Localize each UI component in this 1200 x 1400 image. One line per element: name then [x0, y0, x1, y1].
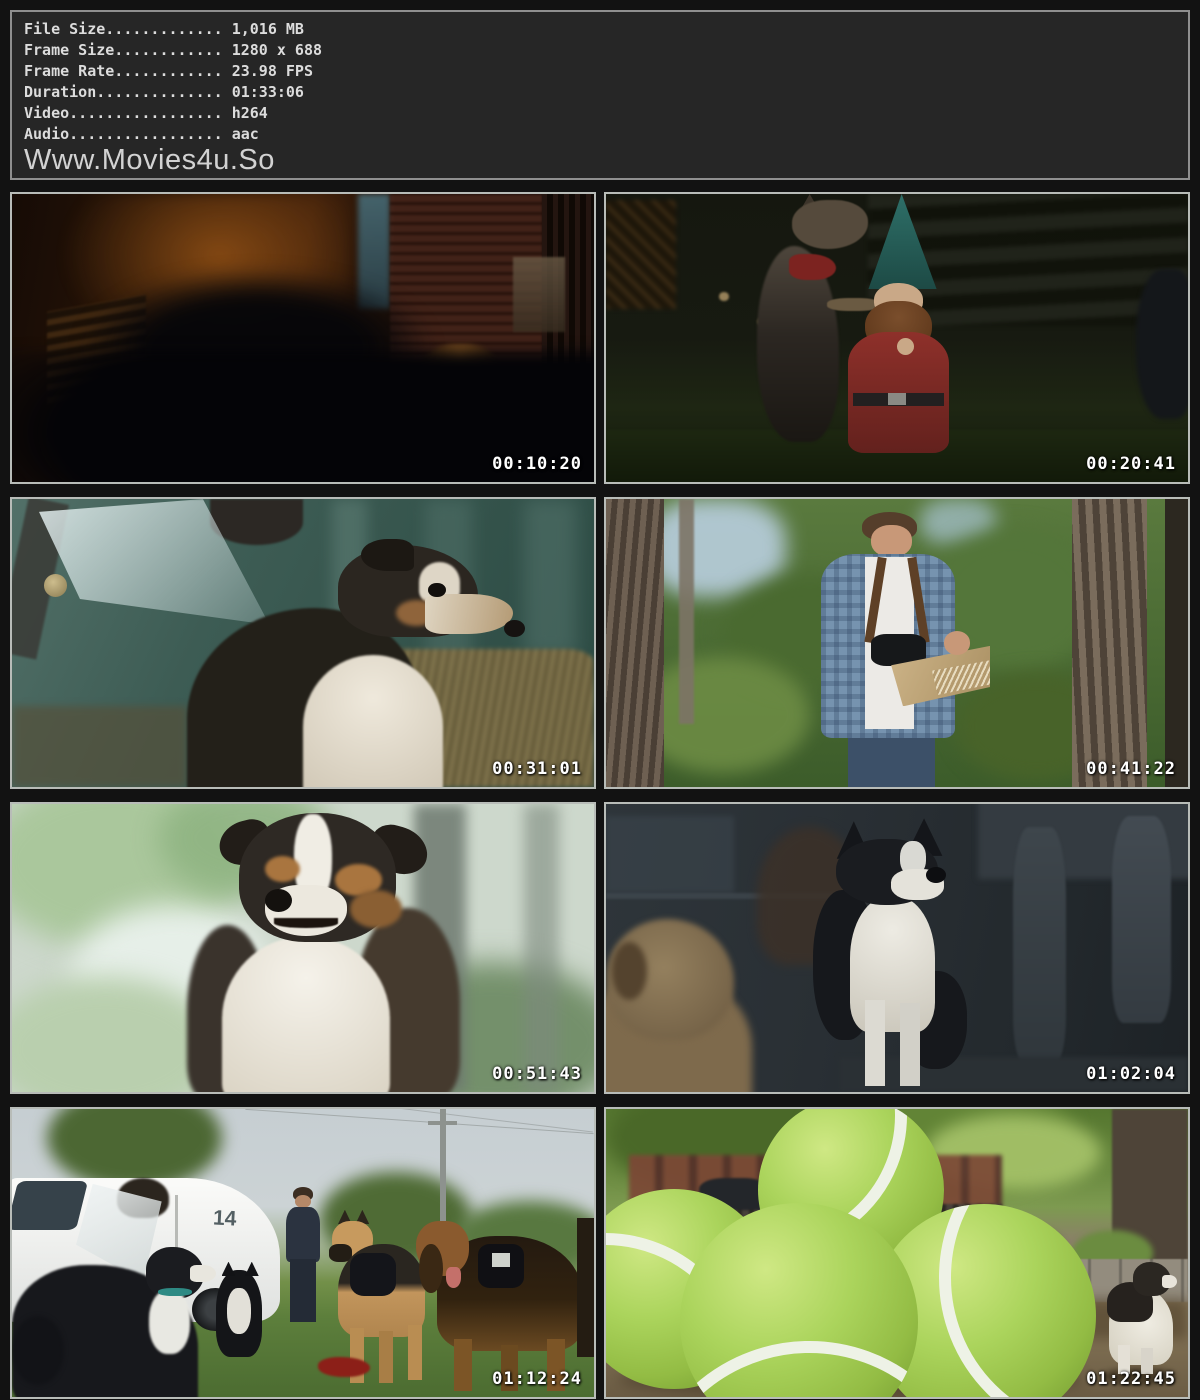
power-pole-arm	[428, 1121, 457, 1125]
pine-trunk	[1072, 499, 1148, 787]
power-wire	[245, 1109, 593, 1134]
screenshot-thumbnail-7[interactable]: 14	[10, 1107, 596, 1399]
site-watermark: Www.Movies4u.So	[24, 145, 1176, 175]
screenshot-grid: 00:10:20	[10, 192, 1190, 1399]
background-window	[606, 816, 734, 894]
utility-box	[513, 257, 565, 332]
timestamp: 00:31:01	[492, 759, 582, 779]
bloodhound-leg	[454, 1339, 471, 1391]
terrier-nose	[926, 867, 946, 883]
info-row-audio: Audio................. aac	[24, 124, 1176, 145]
aussie-smile	[274, 918, 338, 928]
screenshot-thumbnail-6[interactable]: 01:02:04	[604, 802, 1190, 1094]
aussie-ear	[361, 539, 413, 571]
aussie-nose	[504, 620, 525, 637]
screenshot-thumbnail-1[interactable]: 00:10:20	[10, 192, 596, 484]
terrier-head	[792, 200, 868, 249]
info-row-frame-rate: Frame Rate............ 23.98 FPS	[24, 61, 1176, 82]
info-row-video: Video................. h264	[24, 103, 1176, 124]
van-number: 14	[212, 1206, 237, 1231]
timestamp: 00:20:41	[1086, 454, 1176, 474]
info-row-duration: Duration.............. 01:33:06	[24, 82, 1176, 103]
scene-forest-man	[606, 499, 1188, 787]
bokeh-light	[719, 292, 728, 301]
terrier-leg	[865, 1000, 885, 1086]
shepherd-leg	[408, 1325, 422, 1380]
ball-seam	[680, 1292, 918, 1397]
scene-van-dogs: 14	[12, 1109, 594, 1397]
harness-badge	[492, 1253, 509, 1267]
media-info-page: File Size............. 1,016 MB Frame Si…	[0, 0, 1200, 1400]
media-info-panel: File Size............. 1,016 MB Frame Si…	[10, 10, 1190, 180]
info-row-frame-size: Frame Size............ 1280 x 688	[24, 40, 1176, 61]
aussie-snout	[1162, 1275, 1177, 1288]
terrier-leg	[900, 1003, 920, 1087]
barn-column	[524, 499, 576, 657]
handler-pants	[290, 1259, 316, 1322]
collie-chest	[149, 1290, 190, 1353]
screenshot-thumbnail-3[interactable]: 00:31:01	[10, 497, 596, 789]
lattice-fence	[606, 200, 676, 309]
bloodhound-ear	[419, 1244, 442, 1293]
man-hand	[944, 631, 970, 654]
info-row-file-size: File Size............. 1,016 MB	[24, 19, 1176, 40]
dark-statue	[1136, 269, 1188, 419]
collie-muzzle	[190, 1265, 216, 1282]
scene-tennis-balls	[606, 1109, 1188, 1397]
cone-dog-head	[210, 499, 303, 545]
pine-trunk	[606, 499, 664, 787]
aussie-eye	[428, 583, 445, 597]
man-face	[871, 525, 912, 557]
scene-barn-cone	[12, 499, 594, 787]
ball-seam	[939, 1204, 1096, 1397]
timestamp: 01:12:24	[492, 1369, 582, 1389]
pine-trunk	[1165, 499, 1188, 787]
timestamp: 00:10:20	[492, 454, 582, 474]
aussie-nose	[265, 889, 292, 912]
scene-aussie-smile	[12, 804, 594, 1092]
blurred-tree	[524, 804, 559, 1092]
terrier-bandana	[789, 254, 836, 280]
scene-terrier-gnome	[606, 194, 1188, 482]
gnome-buckle	[888, 393, 905, 405]
screenshot-thumbnail-4[interactable]: 00:41:22	[604, 497, 1190, 789]
timestamp: 01:22:45	[1086, 1369, 1176, 1389]
timestamp: 00:41:22	[1086, 759, 1176, 779]
scene-dark-alley	[12, 194, 594, 482]
screenshot-thumbnail-5[interactable]: 00:51:43	[10, 802, 596, 1094]
timestamp: 00:51:43	[492, 1064, 582, 1084]
handler-uniform	[286, 1207, 321, 1262]
pine-trunk	[679, 499, 694, 724]
shaggy-dog-ear	[612, 942, 647, 1000]
aussie-chest	[303, 655, 443, 787]
aussie-tan-brow	[265, 856, 300, 882]
timestamp: 01:02:04	[1086, 1064, 1176, 1084]
red-cloth	[318, 1357, 370, 1377]
screenshot-thumbnail-2[interactable]: 00:20:41	[604, 192, 1190, 484]
statue-leg	[1013, 827, 1065, 1063]
collar-tag	[44, 574, 67, 597]
shepherd-leg	[379, 1331, 393, 1383]
bloodhound-tongue	[446, 1267, 461, 1287]
van-window	[12, 1181, 88, 1230]
jeans	[848, 738, 935, 787]
statue-leg	[1112, 816, 1170, 1023]
screenshot-thumbnail-8[interactable]: 01:22:45	[604, 1107, 1190, 1399]
aussie-tan-cheek	[350, 890, 402, 927]
dog-at-edge	[577, 1218, 594, 1356]
terrier-white-chest	[850, 896, 934, 1031]
scene-boston-terrier	[606, 804, 1188, 1092]
shepherd-harness	[350, 1253, 397, 1296]
aussie-chest	[222, 936, 391, 1092]
collie-collar	[158, 1288, 193, 1297]
hay-bale	[12, 706, 187, 787]
aussie-muzzle	[425, 594, 512, 634]
small-terrier-chest	[227, 1288, 250, 1334]
